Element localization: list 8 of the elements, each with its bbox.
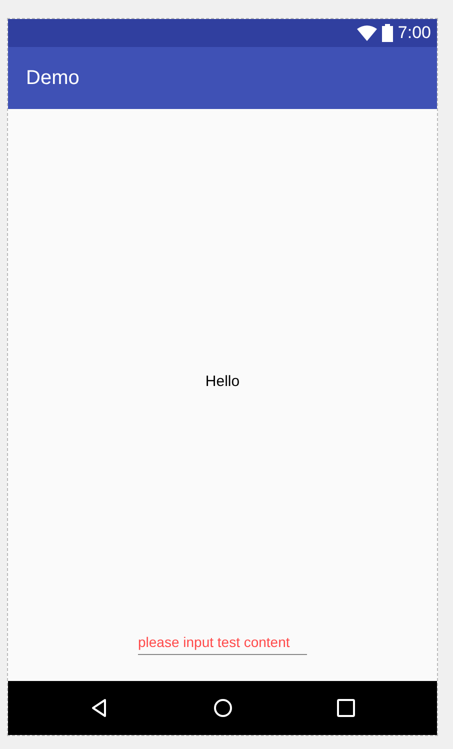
home-icon[interactable] [212,697,234,719]
wifi-icon [356,25,377,41]
input-field[interactable]: please input test content [138,634,307,655]
battery-icon [382,24,393,42]
clock-time: 7:00 [398,23,431,43]
app-title: Demo [26,66,80,90]
recents-icon[interactable] [334,697,356,719]
hello-text: Hello [205,373,240,390]
